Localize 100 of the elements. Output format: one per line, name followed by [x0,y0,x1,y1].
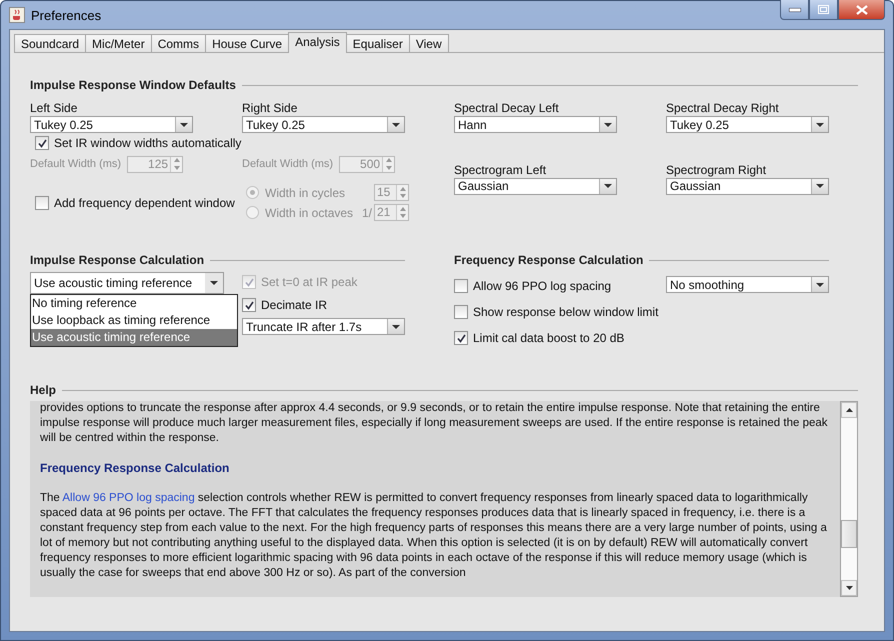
section-title: Help [30,383,56,397]
dropdown[interactable]: Use acoustic timing reference [30,272,224,294]
help-paragraph: provides options to truncate the response after approx 4.4 seconds, or 9.9 seconds, or to retain the entire impulse response. Note that retaining the entire impulse response will produce much larger measurement files, especially if long measurement sweeps are used. If the entire response is retained the peak will be centred within the response. [40,401,829,446]
minimize-button[interactable] [780,0,809,20]
dropdown-arrow-button[interactable] [175,117,192,132]
close-icon [856,4,868,14]
scroll-thumb[interactable] [841,520,857,548]
dropdown[interactable]: No smoothing [666,276,829,293]
field-label: Spectrogram Left [454,162,548,178]
field-label: Spectrogram Right [666,162,768,178]
dropdown-value: Hann [457,118,488,132]
checkbox[interactable] [242,298,256,312]
field-label: Spectral Decay Right [666,101,780,116]
dropdown-value: Truncate IR after 1.7s [245,320,363,334]
dropdown[interactable]: Tukey 0.25 [242,116,405,133]
dropdown-arrow-button[interactable] [599,178,616,194]
dropdown-arrow-button[interactable] [811,178,828,194]
checkbox-label: Decimate IR [261,298,328,312]
tab[interactable]: Equaliser [346,34,410,53]
help-heading: Frequency Response Calculation [40,461,230,476]
checkbox[interactable] [35,136,49,150]
down-arrow-icon [846,586,852,590]
tab[interactable]: Soundcard [14,34,86,53]
checkbox-label: Set IR window widths automatically [54,136,242,150]
dropdown-arrow-button[interactable] [599,117,616,132]
field-label: Default Width (ms) [30,158,122,170]
dropdown-arrow-button[interactable] [387,319,404,334]
field-label: Right Side [242,101,298,116]
up-arrow-icon [400,186,406,191]
spinner-value: 125 [147,156,170,172]
help-link[interactable]: Allow 96 PPO log spacing [62,492,195,504]
up-arrow-icon [386,158,392,162]
dropdown[interactable]: Hann [454,116,617,133]
check-icon [244,300,254,310]
check-icon [38,138,46,148]
checkbox-label: Add frequency dependent window [54,196,235,210]
dropdown[interactable]: Truncate IR after 1.7s [242,318,405,335]
dropdown[interactable]: Gaussian [666,178,829,194]
caret-icon [209,280,219,286]
checkbox-label: Limit cal data boost to 20 dB [473,331,624,345]
up-arrow-icon [400,206,406,211]
maximize-button[interactable] [809,0,838,20]
tab[interactable]: View [408,34,449,53]
up-arrow-icon [846,408,852,412]
checkbox[interactable] [454,305,468,319]
checkbox[interactable] [35,196,49,210]
caret-icon [815,122,825,128]
down-arrow-icon [400,194,406,198]
minimize-icon [788,8,800,12]
checkbox-label: Allow 96 PPO log spacing [473,279,612,293]
dropdown-arrow-button[interactable] [811,117,828,132]
caret-icon [391,324,401,330]
dropdown[interactable]: Gaussian [454,178,617,194]
spinner-value: 21 [376,205,392,220]
dropdown-value: Tukey 0.25 [669,118,730,132]
tab[interactable]: Analysis [288,32,347,53]
section-title: Frequency Response Calculation [454,253,644,267]
scroll-down-button[interactable] [841,580,857,596]
checkbox[interactable] [454,279,468,293]
dropdown-option[interactable]: Use loopback as timing reference [31,312,237,329]
dropdown-value: Gaussian [457,179,510,193]
checkbox[interactable] [454,331,468,345]
close-button[interactable] [838,0,885,20]
caret-icon [179,122,189,128]
coffee-cup-icon [9,7,25,23]
window-title: Preferences [31,8,102,22]
down-arrow-icon [386,166,392,170]
help-paragraph: The Allow 96 PPO log spacing selection controls whether REW is permitted to convert frequency responses from linearly spaced data to logarithmically spaced data at 96 points per octave. The FFT that calculates the frequency responses produces data that is linearly spaced in frequency, i.e. there is a constant frequency step from each value to the next. For the high frequency parts of responses this means there are a very large number of points, using a lot of memory but not contributing anything useful to the displayed data. When this option is selected (it is on by default) REW will automatically convert frequency responses to more efficient logarithmic spacing with 96 data points in each octave of the response if this will reduce memory usage (which is usually the case for sweeps that end above 300 Hz or so). As part of the conversion [40,491,828,581]
section-title: Impulse Response Window Defaults [30,78,236,92]
maximize-icon [818,5,829,14]
checkbox-label: Show response below window limit [473,305,658,319]
spinner-value: 15 [376,185,392,200]
dropdown[interactable]: Tukey 0.25 [666,116,829,133]
checkbox-label: Set t=0 at IR peak [261,275,358,289]
dropdown-arrow-button[interactable] [387,117,404,132]
down-arrow-icon [400,214,406,218]
check-icon [244,278,254,286]
radio-label: Width in cycles [265,186,346,200]
caret-icon [391,122,401,128]
dropdown-option[interactable]: No timing reference [31,295,237,312]
spinner-value: 500 [359,156,382,172]
dropdown[interactable]: Tukey 0.25 [30,116,193,133]
dropdown-value: Use acoustic timing reference [33,276,194,290]
scrollbar[interactable] [840,401,858,597]
field-label: Left Side [30,101,78,116]
up-arrow-icon [174,158,180,162]
scroll-up-button[interactable] [841,402,857,418]
field-label: Spectral Decay Left [454,101,560,116]
dropdown-arrow-button[interactable] [811,277,828,292]
caret-icon [603,183,613,189]
field-label: Default Width (ms) [242,158,334,170]
section-title: Impulse Response Calculation [30,253,204,267]
down-arrow-icon [174,166,180,170]
dropdown-value: Gaussian [669,179,722,193]
check-icon [456,334,466,342]
radio-label: Width in octaves [265,206,354,220]
dropdown-option[interactable]: Use acoustic timing reference [31,329,237,346]
dropdown-value: Tukey 0.25 [245,118,306,132]
caret-icon [603,122,613,128]
dropdown-arrow-button[interactable] [205,273,223,293]
